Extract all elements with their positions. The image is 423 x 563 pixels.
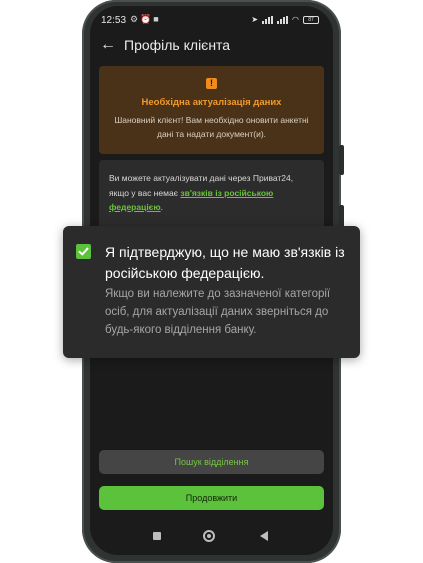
confirm-checkbox[interactable] (76, 244, 91, 259)
info-text-end: . (160, 202, 164, 212)
status-right-icons: ➤ ◠ 87 (251, 15, 319, 24)
notification-icons: ⚙⏰■ (130, 14, 161, 24)
checkmark-icon (78, 247, 89, 256)
arrow-left-icon[interactable]: ← (100, 36, 116, 54)
system-nav-bar (90, 526, 333, 548)
warning-card: ! Необхідна актуалізація даних Шановний … (99, 66, 324, 154)
status-time: 12:53 (101, 15, 127, 26)
signal-icon (262, 15, 274, 24)
battery-icon: 87 (303, 15, 319, 24)
confirmation-popup: Я підтверджую, що не маю зв'язків із рос… (63, 226, 360, 358)
continue-button[interactable]: Продовжити (99, 486, 324, 510)
popup-text: Якщо ви належите до зазначеної категорії… (105, 288, 331, 336)
page-title: Профіль клієнта (124, 37, 231, 53)
wifi-icon: ◠ (292, 15, 299, 24)
app-header: ← Профіль клієнта (90, 32, 333, 62)
location-icon: ➤ (251, 15, 259, 24)
recent-apps-icon[interactable] (153, 532, 161, 540)
back-icon[interactable] (260, 531, 268, 541)
warning-icon: ! (206, 78, 217, 89)
status-bar: 12:53 ⚙⏰■ ➤ ◠ 87 (90, 6, 333, 32)
home-icon[interactable] (203, 530, 215, 542)
signal-icon-2 (277, 15, 289, 24)
warning-text: Шановний клієнт! Вам необхідно оновити а… (114, 115, 309, 139)
info-card: Ви можете актуалізувати дані через Прива… (99, 160, 324, 230)
warning-title: Необхідна актуалізація даних (141, 97, 282, 108)
search-branch-button[interactable]: Пошук відділення (99, 450, 324, 474)
volume-button (339, 145, 344, 175)
popup-title: Я підтверджую, що не маю зв'язків із рос… (105, 244, 345, 281)
